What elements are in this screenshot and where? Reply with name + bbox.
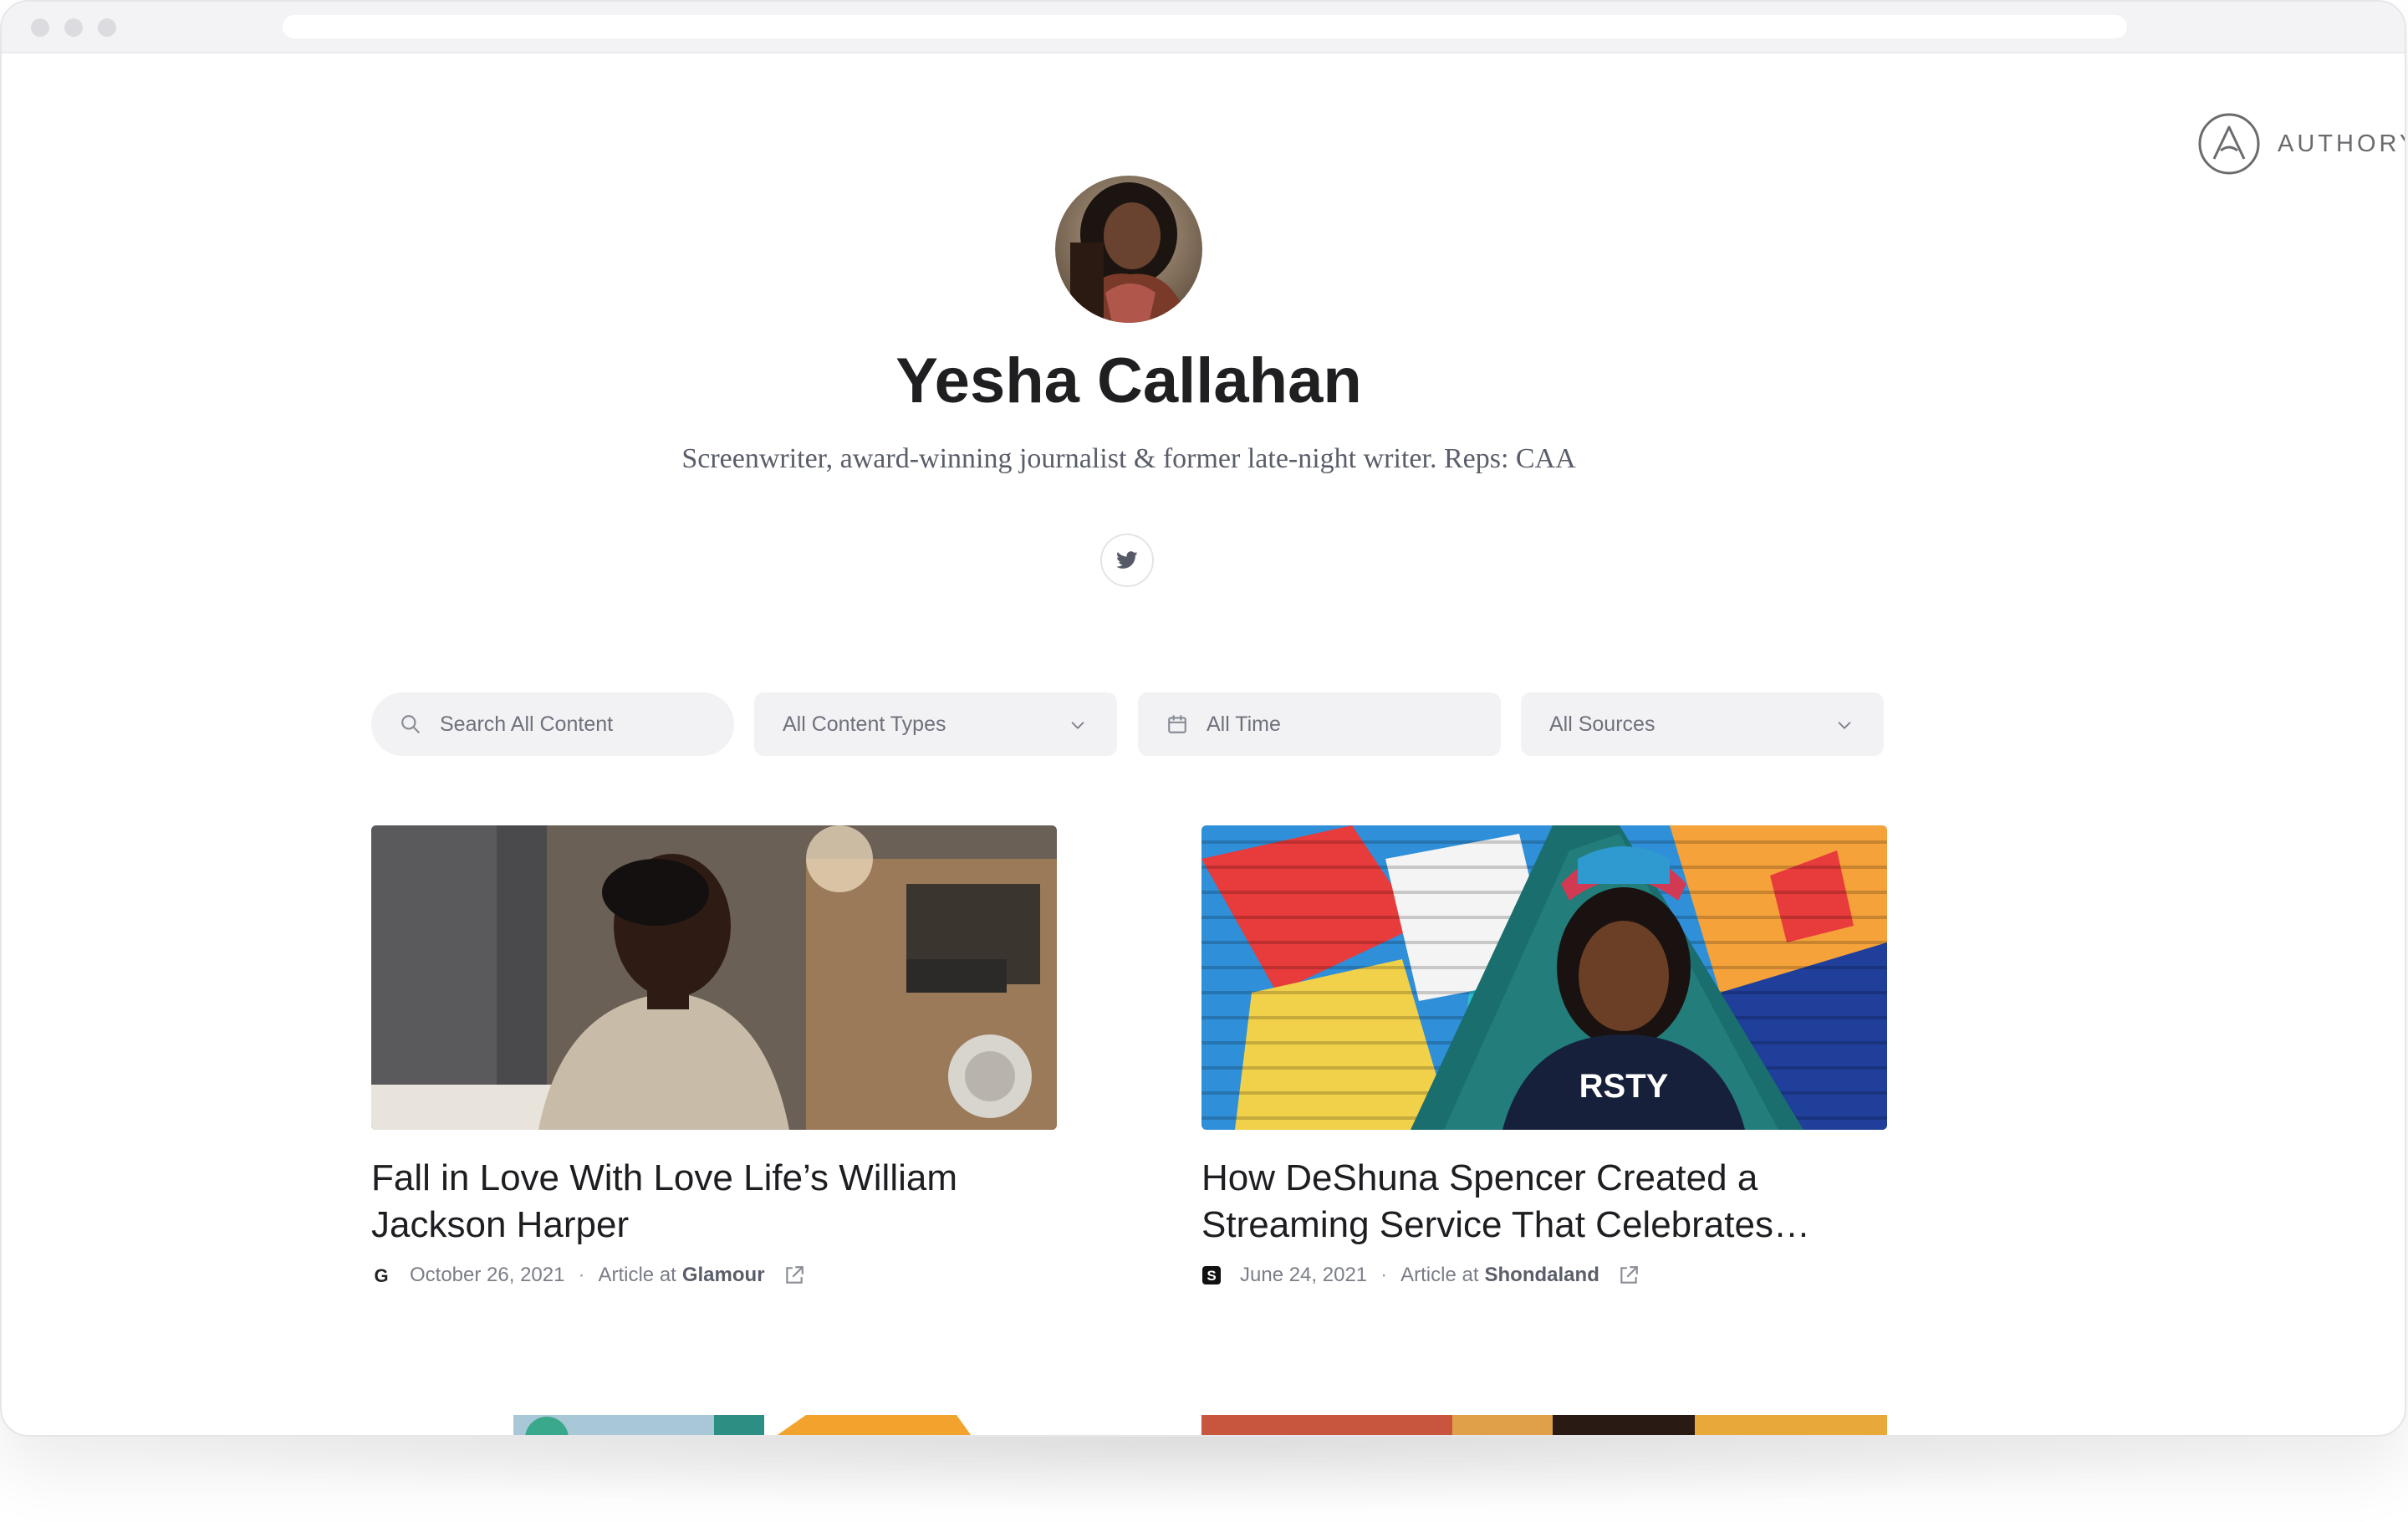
content-types-dropdown[interactable]: All Content Types (754, 692, 1117, 756)
calendar-icon (1168, 715, 1186, 733)
browser-chrome (2, 2, 2405, 54)
sources-dropdown[interactable]: All Sources (1521, 692, 1884, 756)
article-type: Article at (1400, 1264, 1479, 1286)
avatar-photo (1055, 176, 1202, 323)
article-title[interactable]: Fall in Love With Love Life’s William Ja… (371, 1155, 1057, 1249)
window-close-dot[interactable] (31, 18, 49, 37)
article-title[interactable]: How DeShuna Spencer Created a Streaming … (1201, 1155, 1887, 1249)
article-date: June 24, 2021 (1240, 1264, 1368, 1286)
brand-name: AUTHORY (2278, 130, 2406, 157)
meta-separator: · (1380, 1264, 1388, 1286)
external-link-icon[interactable] (1618, 1264, 1640, 1286)
search-input[interactable]: Search All Content (371, 692, 734, 756)
authory-logo-icon (2198, 113, 2260, 175)
article-card-partial[interactable] (371, 1415, 1057, 1435)
search-icon (401, 715, 420, 733)
article-type: Article at (598, 1264, 676, 1286)
twitter-icon (1116, 551, 1138, 569)
svg-text:G: G (374, 1265, 388, 1285)
sources-label: All Sources (1549, 712, 1656, 736)
search-placeholder: Search All Content (440, 712, 614, 736)
authory-brand[interactable]: AUTHORY (2197, 110, 2406, 177)
svg-text:S: S (1207, 1268, 1216, 1284)
content-types-label: All Content Types (783, 712, 946, 736)
time-filter[interactable]: All Time (1138, 692, 1501, 756)
chevron-down-icon (1071, 722, 1084, 729)
avatar (1055, 176, 1202, 323)
window-shadow (50, 1437, 2358, 1512)
article-card[interactable]: RSTY How DeShuna Spencer Created a Strea… (1201, 825, 1887, 1287)
article-publication[interactable]: Glamour (682, 1264, 765, 1287)
address-bar[interactable] (283, 15, 2127, 38)
glamour-g-icon: G (374, 1265, 388, 1285)
window-minimize-dot[interactable] (64, 18, 83, 37)
shondaland-s-icon: S (1202, 1266, 1221, 1285)
article-date: October 26, 2021 (410, 1264, 565, 1286)
article-thumbnail[interactable] (371, 825, 1057, 1130)
meta-separator: · (578, 1264, 585, 1286)
twitter-link[interactable] (1100, 534, 1154, 587)
article-card-partial[interactable] (1201, 1415, 1887, 1435)
profile-bio: Screenwriter, award-winning journalist &… (681, 443, 1576, 474)
profile-name: Yesha Callahan (895, 345, 1362, 416)
window-maximize-dot[interactable] (98, 18, 116, 37)
article-card[interactable]: Fall in Love With Love Life’s William Ja… (371, 825, 1057, 1287)
svg-text:RSTY: RSTY (1579, 1068, 1669, 1105)
article-publication[interactable]: Shondaland (1485, 1264, 1599, 1287)
article-meta: G October 26, 2021 · Article at Glamour (371, 1264, 1057, 1287)
external-link-icon[interactable] (783, 1264, 805, 1286)
article-thumbnail[interactable]: RSTY (1201, 825, 1887, 1130)
chevron-down-icon (1838, 722, 1851, 729)
article-meta: S June 24, 2021 · Article at Shondaland (1201, 1264, 1887, 1287)
browser-window: AUTHORY Yesha Callahan Screenwriter, awa… (0, 0, 2406, 1437)
time-label: All Time (1207, 712, 1281, 736)
